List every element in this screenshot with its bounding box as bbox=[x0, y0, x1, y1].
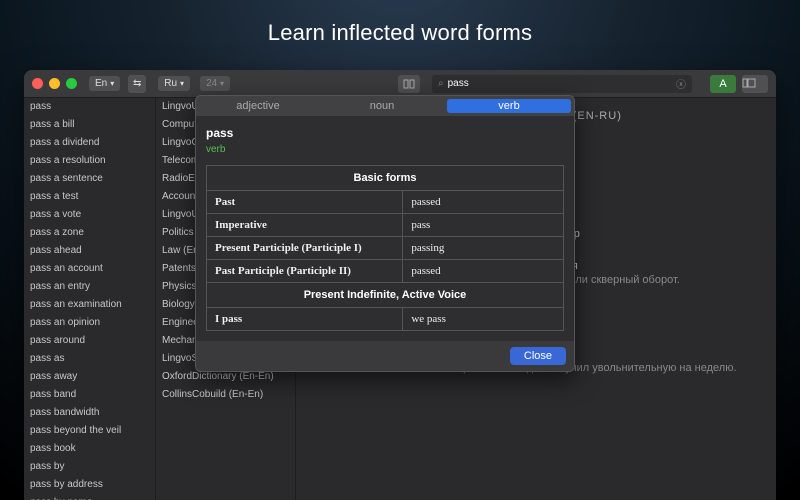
inflection-value: passed bbox=[403, 191, 564, 214]
inflection-row: Present Participle (Participle I)passing bbox=[207, 237, 564, 260]
inflection-form: Present Participle (Participle I) bbox=[207, 237, 403, 260]
segment-verb[interactable]: verb bbox=[447, 99, 571, 113]
inflection-popover: adjective noun verb pass verb Basic form… bbox=[195, 95, 575, 372]
lang-from-label: En bbox=[95, 78, 107, 89]
search-icon: ⌕ bbox=[438, 78, 444, 89]
wordlist-item[interactable]: pass as bbox=[24, 350, 155, 368]
inflection-row: I passwe pass bbox=[207, 308, 564, 331]
close-window-icon[interactable] bbox=[32, 78, 43, 89]
wordlist-column[interactable]: passpass a billpass a dividendpass a res… bbox=[24, 98, 156, 500]
wordlist-item[interactable]: pass by bbox=[24, 458, 155, 476]
swap-languages-button[interactable]: ⇆ bbox=[128, 75, 146, 93]
layout-toggle-button[interactable] bbox=[742, 75, 768, 93]
inflection-row: Imperativepass bbox=[207, 214, 564, 237]
wordlist-item[interactable]: pass a sentence bbox=[24, 170, 155, 188]
wordlist-item[interactable]: pass an entry bbox=[24, 278, 155, 296]
inflection-row: Pastpassed bbox=[207, 191, 564, 214]
inflection-form: Imperative bbox=[207, 214, 403, 237]
dict-count-select[interactable]: 24 ▾ bbox=[200, 76, 230, 91]
wordlist-item[interactable]: pass a test bbox=[24, 188, 155, 206]
inflection-value: passing bbox=[403, 237, 564, 260]
wordlist-item[interactable]: pass a resolution bbox=[24, 152, 155, 170]
lang-to-select[interactable]: Ru ▾ bbox=[158, 76, 190, 91]
chevron-down-icon: ▾ bbox=[110, 79, 114, 88]
clear-search-icon[interactable]: ⓧ bbox=[676, 76, 686, 91]
chevron-down-icon: ▾ bbox=[180, 79, 184, 88]
chevron-down-icon: ▾ bbox=[220, 79, 224, 88]
wordlist-item[interactable]: pass beyond the veil bbox=[24, 422, 155, 440]
wordlist-item[interactable]: pass bbox=[24, 98, 155, 116]
wordlist-item[interactable]: pass band bbox=[24, 386, 155, 404]
popover-body: pass verb Basic forms PastpassedImperati… bbox=[196, 116, 574, 341]
inflection-value: we pass bbox=[403, 308, 564, 331]
inflection-value: passed bbox=[403, 260, 564, 283]
wordlist-item[interactable]: pass a bill bbox=[24, 116, 155, 134]
popover-footer: Close bbox=[196, 341, 574, 371]
inflection-row: Past Participle (Participle II)passed bbox=[207, 260, 564, 283]
inflection-value: pass bbox=[403, 214, 564, 237]
table-section-basic: Basic forms bbox=[207, 166, 564, 191]
inflection-form: Past bbox=[207, 191, 403, 214]
font-button[interactable]: A bbox=[710, 75, 736, 93]
table-section-present: Present Indefinite, Active Voice bbox=[207, 283, 564, 308]
wordlist-item[interactable]: pass an examination bbox=[24, 296, 155, 314]
inflection-form: I pass bbox=[207, 308, 403, 331]
part-of-speech: verb bbox=[206, 144, 564, 155]
wordlist-item[interactable]: pass a dividend bbox=[24, 134, 155, 152]
wordlist-item[interactable]: pass book bbox=[24, 440, 155, 458]
lang-to-label: Ru bbox=[164, 78, 177, 89]
search-input[interactable] bbox=[448, 78, 672, 89]
segment-adjective[interactable]: adjective bbox=[196, 96, 320, 116]
titlebar: En ▾ ⇆ Ru ▾ 24 ▾ ⌕ ⓧ A bbox=[24, 70, 776, 98]
wordlist-item[interactable]: pass a vote bbox=[24, 206, 155, 224]
wordlist-item[interactable]: pass bandwidth bbox=[24, 404, 155, 422]
wordlist-item[interactable]: pass around bbox=[24, 332, 155, 350]
wordlist-item[interactable]: pass away bbox=[24, 368, 155, 386]
inflection-form: Past Participle (Participle II) bbox=[207, 260, 403, 283]
wordlist-item[interactable]: pass an opinion bbox=[24, 314, 155, 332]
dictionary-icon[interactable] bbox=[398, 75, 420, 93]
segment-noun[interactable]: noun bbox=[320, 96, 444, 116]
dictionary-item[interactable]: CollinsCobuild (En-En) bbox=[156, 386, 295, 404]
minimize-window-icon[interactable] bbox=[49, 78, 60, 89]
dict-count-label: 24 bbox=[206, 78, 217, 89]
lang-from-select[interactable]: En ▾ bbox=[89, 76, 120, 91]
wordlist-item[interactable]: pass by address bbox=[24, 476, 155, 494]
wordlist-item[interactable]: pass ahead bbox=[24, 242, 155, 260]
page-heading: Learn inflected word forms bbox=[0, 0, 800, 60]
zoom-window-icon[interactable] bbox=[66, 78, 77, 89]
wordlist-item[interactable]: pass an account bbox=[24, 260, 155, 278]
wordlist-item[interactable]: pass by name bbox=[24, 494, 155, 500]
headword: pass bbox=[206, 126, 564, 140]
pos-segmented-control[interactable]: adjective noun verb bbox=[196, 96, 574, 116]
close-button[interactable]: Close bbox=[510, 347, 566, 365]
wordlist-item[interactable]: pass a zone bbox=[24, 224, 155, 242]
search-field[interactable]: ⌕ ⓧ bbox=[432, 75, 692, 93]
inflection-table: Basic forms PastpassedImperativepassPres… bbox=[206, 165, 564, 331]
